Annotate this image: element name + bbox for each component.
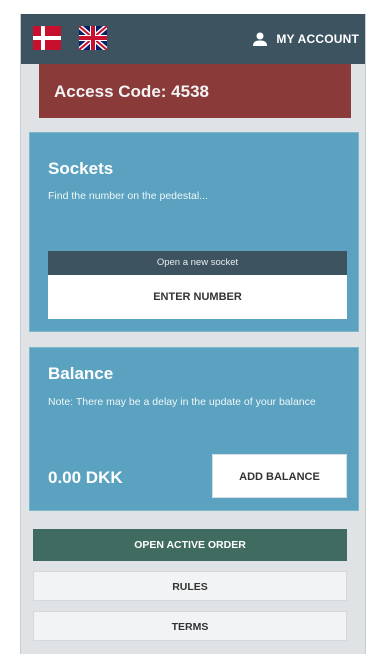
person-icon [253, 32, 268, 46]
balance-title: Balance [48, 364, 114, 383]
terms-button[interactable]: TERMS [33, 611, 347, 641]
my-account-label: MY ACCOUNT [276, 32, 359, 46]
top-bar: MY ACCOUNT [21, 14, 365, 64]
enter-number-button[interactable]: ENTER NUMBER [48, 275, 347, 319]
add-balance-button[interactable]: ADD BALANCE [212, 454, 347, 498]
open-new-socket-label: Open a new socket [48, 251, 347, 275]
balance-note: Note: There may be a delay in the update… [48, 396, 316, 408]
uk-flag-icon[interactable] [79, 26, 107, 50]
access-code-banner: Access Code: 4538 [39, 64, 351, 118]
balance-amount: 0.00 DKK [48, 468, 123, 487]
sockets-card: Sockets Find the number on the pedestal.… [29, 132, 359, 332]
app-screen: MY ACCOUNT Access Code: 4538 Sockets Fin… [20, 14, 366, 654]
rules-button[interactable]: RULES [33, 571, 347, 601]
my-account-button[interactable]: MY ACCOUNT [252, 30, 359, 48]
sockets-hint: Find the number on the pedestal... [48, 190, 208, 202]
open-active-order-button[interactable]: OPEN ACTIVE ORDER [33, 529, 347, 561]
sockets-title: Sockets [48, 159, 114, 178]
balance-card: Balance Note: There may be a delay in th… [29, 347, 359, 511]
denmark-flag-icon[interactable] [33, 26, 61, 50]
